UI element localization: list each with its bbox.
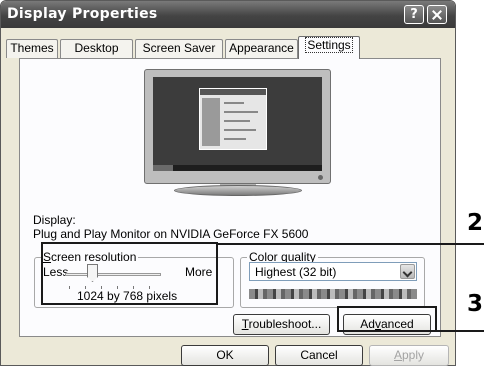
close-icon xyxy=(428,6,446,23)
preview-window xyxy=(199,88,267,150)
callout-2-box xyxy=(41,242,218,305)
preview-taskbar xyxy=(153,165,322,171)
display-label: Display: xyxy=(33,213,76,227)
title-bar[interactable]: Display Properties ? xyxy=(1,1,455,28)
tab-settings[interactable]: Settings xyxy=(298,36,360,59)
tab-screen-saver[interactable]: Screen Saver xyxy=(135,39,223,58)
tab-appearance[interactable]: Appearance xyxy=(225,39,298,58)
color-quality-select[interactable]: Highest (32 bit) xyxy=(249,262,417,281)
callout-2-line xyxy=(218,243,484,245)
tab-desktop[interactable]: Desktop xyxy=(60,39,133,58)
cancel-button[interactable]: Cancel xyxy=(275,345,363,366)
help-icon: ? xyxy=(410,7,418,22)
tab-themes[interactable]: Themes xyxy=(6,39,58,58)
callout-3-box xyxy=(337,306,437,332)
monitor-preview-image xyxy=(144,69,331,184)
help-button[interactable]: ? xyxy=(404,5,424,24)
monitor-stand-base xyxy=(174,185,302,196)
callout-2-number: 2 xyxy=(467,210,484,236)
power-led-icon xyxy=(318,175,323,180)
display-device: Plug and Play Monitor on NVIDIA GeForce … xyxy=(33,227,309,241)
color-quality-preview-bar xyxy=(249,289,417,299)
window-title: Display Properties xyxy=(7,6,158,22)
callout-3-line xyxy=(437,330,484,332)
color-quality-value: Highest (32 bit) xyxy=(255,265,337,279)
callout-3-number: 3 xyxy=(467,291,484,317)
troubleshoot-button[interactable]: Troubleshoot... xyxy=(233,314,330,335)
apply-button[interactable]: Apply xyxy=(369,345,449,366)
chevron-down-icon[interactable] xyxy=(400,264,415,279)
monitor-screen xyxy=(153,77,322,171)
ok-button[interactable]: OK xyxy=(181,345,269,366)
close-button[interactable] xyxy=(427,5,447,24)
